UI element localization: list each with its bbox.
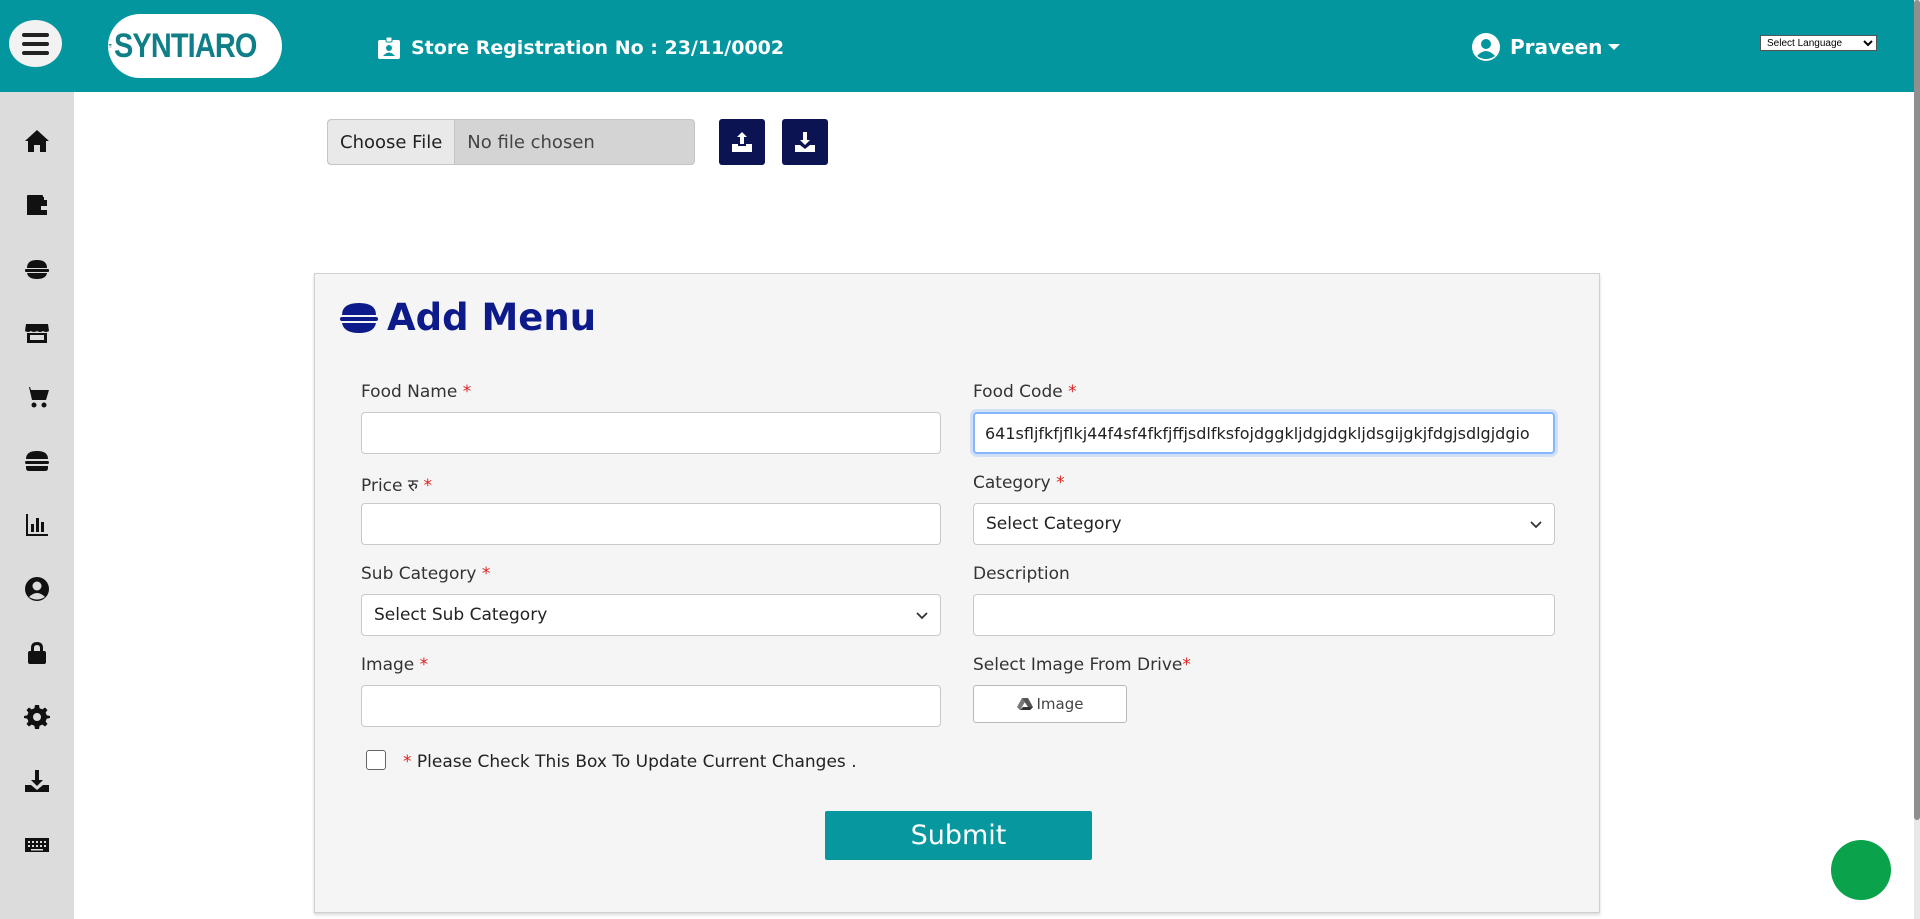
required-mark: *	[419, 655, 429, 675]
sub-category-label: Sub Category *	[361, 564, 490, 584]
confirm-changes-checkbox[interactable]	[366, 750, 386, 770]
cart-icon[interactable]	[24, 384, 50, 410]
image-label: Image *	[361, 655, 428, 675]
required-mark: *	[423, 476, 432, 496]
confirm-changes-text: Please Check This Box To Update Current …	[416, 752, 857, 772]
card-header: Add Menu	[339, 296, 596, 339]
menu-line-icon	[22, 41, 49, 46]
add-menu-card: Add Menu Food Name * Food Code * Price र…	[314, 273, 1600, 913]
category-label-text: Category	[973, 473, 1051, 493]
price-label: Price रु *	[361, 473, 432, 496]
image-label-text: Image	[361, 655, 415, 675]
lock-icon[interactable]	[24, 640, 50, 666]
download-icon	[795, 132, 815, 152]
google-drive-icon	[1016, 698, 1033, 710]
user-circle-icon[interactable]	[24, 576, 50, 602]
brand-name: SYNTIARO	[114, 26, 257, 65]
download-template-button[interactable]	[782, 119, 828, 165]
hamburger-menu-button[interactable]	[9, 20, 62, 67]
required-mark: *	[403, 752, 412, 772]
drive-image-label-text: Select Image From Drive	[973, 655, 1183, 675]
food-code-label: Food Code *	[973, 382, 1077, 402]
user-dropdown[interactable]: Praveen	[1472, 33, 1621, 61]
language-select[interactable]: Select Language	[1760, 35, 1877, 51]
food-name-label-text: Food Name	[361, 382, 458, 402]
store-icon[interactable]	[24, 320, 50, 346]
description-input[interactable]	[973, 594, 1555, 636]
category-select-value: Select Category	[986, 514, 1122, 534]
menu-line-icon	[22, 32, 49, 37]
scrollbar-thumb[interactable]	[1914, 0, 1920, 820]
user-name: Praveen	[1510, 35, 1603, 59]
required-mark: *	[1182, 655, 1191, 675]
sidebar	[0, 92, 74, 919]
choose-file-button[interactable]: Choose File	[328, 120, 456, 164]
submit-button[interactable]: Submit	[825, 811, 1092, 860]
chat-bubble-button[interactable]	[1831, 840, 1891, 900]
required-mark: *	[1068, 382, 1077, 402]
store-registration: Store Registration No : 23/11/0002	[377, 36, 784, 60]
file-input[interactable]: Choose File No file chosen	[327, 119, 695, 165]
gear-icon[interactable]	[24, 704, 50, 730]
download-icon[interactable]	[24, 768, 50, 794]
food-code-input[interactable]	[973, 412, 1555, 454]
required-mark: *	[481, 564, 491, 584]
user-avatar-icon	[1472, 33, 1500, 61]
required-mark: *	[1056, 473, 1065, 493]
store-registration-text: Store Registration No : 23/11/0002	[411, 37, 785, 59]
required-mark: *	[462, 382, 472, 402]
description-label: Description	[973, 564, 1070, 584]
food-bowl-icon[interactable]	[24, 256, 50, 282]
food-code-label-text: Food Code	[973, 382, 1063, 402]
price-label-text: Price रु	[361, 476, 419, 496]
chart-icon[interactable]	[24, 512, 50, 538]
image-input[interactable]	[361, 685, 941, 727]
sub-category-select-value: Select Sub Category	[374, 605, 548, 625]
wallet-icon[interactable]	[24, 192, 50, 218]
food-name-label: Food Name *	[361, 382, 471, 402]
top-navbar: SYNTIARO Store Registration No : 23/11/0…	[0, 0, 1920, 92]
upload-button[interactable]	[719, 119, 765, 165]
burger-icon[interactable]	[24, 448, 50, 474]
upload-icon	[732, 132, 752, 152]
file-status: No file chosen	[467, 131, 595, 153]
brand-logo[interactable]: SYNTIARO	[108, 14, 282, 78]
sub-category-label-text: Sub Category	[361, 564, 477, 584]
food-bowl-icon	[340, 302, 378, 333]
drive-image-label: Select Image From Drive*	[973, 655, 1191, 675]
chevron-down-icon	[1530, 521, 1542, 529]
drive-image-button[interactable]: Image	[973, 685, 1127, 723]
keyboard-icon[interactable]	[24, 832, 50, 858]
category-select[interactable]: Select Category	[973, 503, 1555, 545]
menu-line-icon	[22, 50, 49, 55]
home-icon[interactable]	[24, 128, 50, 154]
confirm-changes-label: * Please Check This Box To Update Curren…	[403, 752, 857, 772]
food-name-input[interactable]	[361, 412, 941, 454]
price-input[interactable]	[361, 503, 941, 545]
caret-down-icon	[1608, 44, 1621, 50]
drive-image-button-label: Image	[1036, 695, 1084, 713]
layers-logo-icon	[108, 43, 113, 49]
chevron-down-icon	[916, 612, 928, 620]
category-label: Category *	[973, 473, 1065, 493]
page-title: Add Menu	[387, 296, 597, 339]
id-badge-icon	[378, 36, 400, 59]
vertical-scrollbar[interactable]	[1914, 0, 1920, 919]
sub-category-select[interactable]: Select Sub Category	[361, 594, 941, 636]
